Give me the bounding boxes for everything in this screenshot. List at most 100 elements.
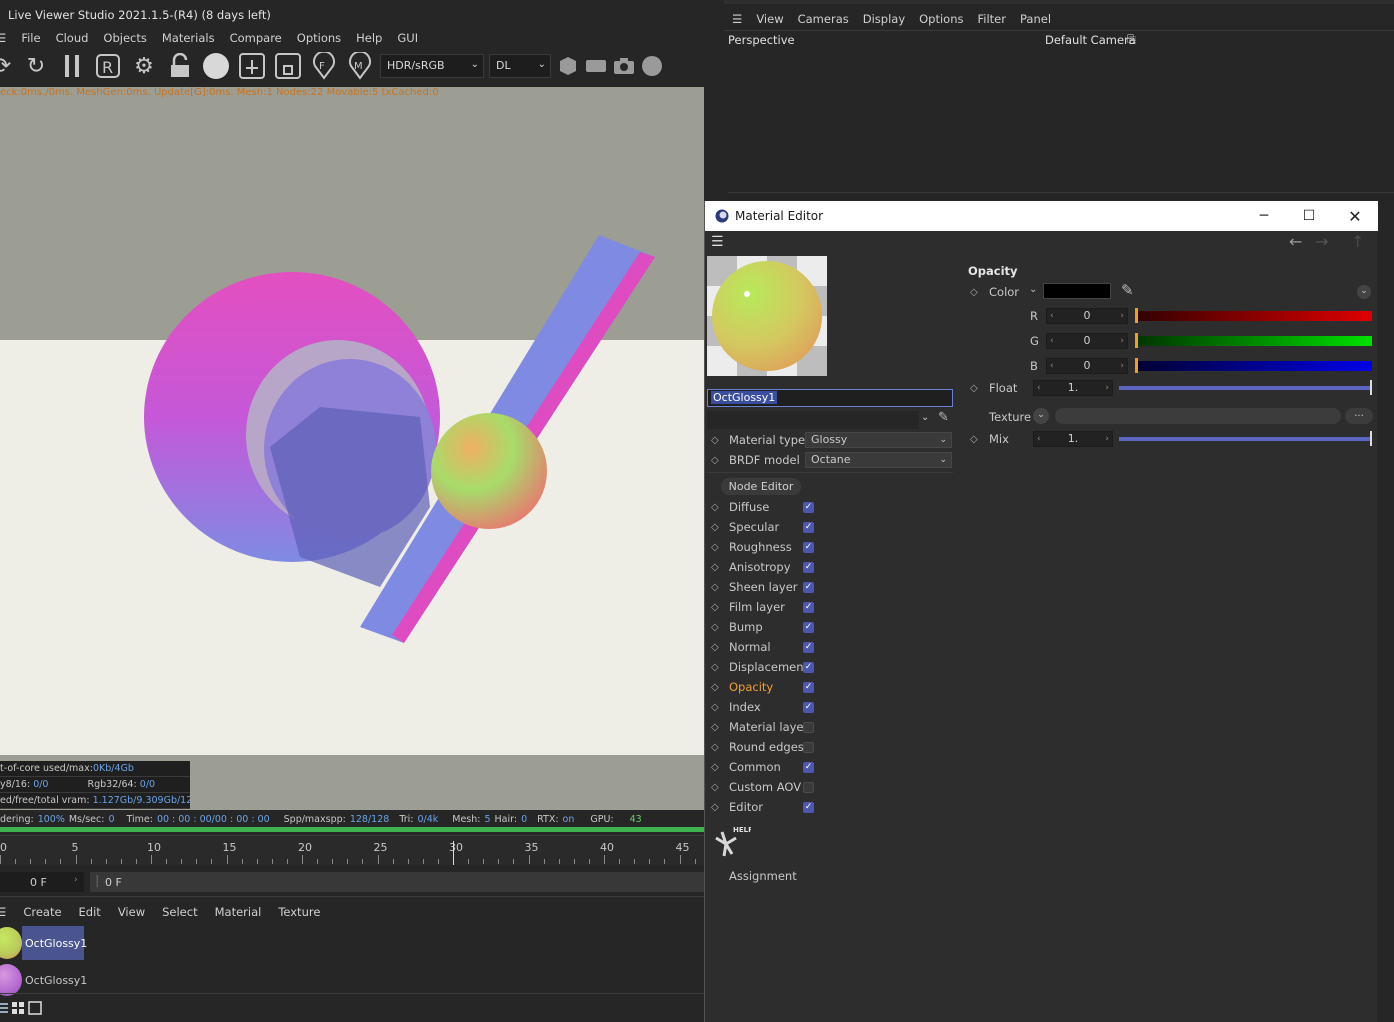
- sphere-icon[interactable]: [638, 52, 666, 80]
- mm-menu-create[interactable]: Create: [23, 905, 61, 919]
- blue-slider-handle[interactable]: [1135, 358, 1138, 373]
- float-slider-handle[interactable]: [1370, 380, 1372, 395]
- list-view-icon[interactable]: [0, 1001, 8, 1015]
- render-view[interactable]: [0, 87, 704, 810]
- frame-range-slider[interactable]: ⏐ 0 F: [90, 872, 704, 892]
- mix-slider[interactable]: [1119, 437, 1372, 441]
- channel-editor-checkbox[interactable]: ✓: [803, 802, 814, 813]
- green-value-field[interactable]: ‹ 0 ›: [1046, 333, 1128, 349]
- keyframe-diamond-icon[interactable]: ◇: [711, 562, 719, 573]
- material-type-select[interactable]: Glossy ⌄: [805, 432, 952, 448]
- channel-bump-checkbox[interactable]: ✓: [803, 622, 814, 633]
- vp-menu-panel[interactable]: Panel: [1020, 12, 1051, 26]
- vp-menu-cameras[interactable]: Cameras: [798, 12, 849, 26]
- back-arrow-icon[interactable]: ←: [1289, 232, 1302, 251]
- channel-roughness-checkbox[interactable]: ✓: [803, 542, 814, 553]
- keyframe-diamond-icon[interactable]: ◇: [711, 522, 719, 533]
- red-slider-handle[interactable]: [1135, 308, 1138, 323]
- vp-menu-filter[interactable]: Filter: [978, 12, 1006, 26]
- menu-file[interactable]: File: [21, 31, 40, 45]
- menu-help[interactable]: Help: [356, 31, 382, 45]
- menu-icon[interactable]: ☰: [0, 31, 6, 45]
- chevron-down-icon[interactable]: ⌄: [1029, 284, 1037, 295]
- brdf-model-select[interactable]: Octane ⌄: [805, 452, 952, 468]
- settings-gear-icon[interactable]: ⚙: [130, 52, 158, 80]
- keyframe-diamond-icon[interactable]: ◇: [970, 383, 978, 394]
- grid-view-icon[interactable]: [11, 1001, 25, 1015]
- channel-film-layer-label[interactable]: Film layer: [729, 600, 785, 614]
- channel-sheen-layer-label[interactable]: Sheen layer: [729, 580, 798, 594]
- keyframe-diamond-icon[interactable]: ◇: [711, 602, 719, 613]
- channel-index-checkbox[interactable]: ✓: [803, 702, 814, 713]
- keyframe-diamond-icon[interactable]: ◇: [711, 682, 719, 693]
- vp-menu-view[interactable]: View: [756, 12, 783, 26]
- lock-icon[interactable]: [166, 52, 194, 80]
- keyframe-diamond-icon[interactable]: ◇: [711, 702, 719, 713]
- eyedropper-icon[interactable]: ✎: [1121, 281, 1134, 299]
- channel-custom-aov-checkbox[interactable]: [803, 782, 814, 793]
- material-name-field[interactable]: OctGlossy1: [707, 389, 953, 407]
- keyframe-diamond-icon[interactable]: ◇: [711, 542, 719, 553]
- channel-normal-label[interactable]: Normal: [729, 640, 771, 654]
- channel-index-label[interactable]: Index: [729, 700, 761, 714]
- mm-menu-material[interactable]: Material: [215, 905, 262, 919]
- channel-specular-label[interactable]: Specular: [729, 520, 779, 534]
- menu-gui[interactable]: GUI: [397, 31, 418, 45]
- texture-slot[interactable]: [1055, 408, 1341, 424]
- camera-icon[interactable]: [610, 52, 638, 80]
- menu-compare[interactable]: Compare: [230, 31, 282, 45]
- viewport-camera-name[interactable]: Default Camera: [1045, 33, 1136, 47]
- keyframe-diamond-icon[interactable]: ◇: [711, 435, 719, 446]
- minimize-icon[interactable]: ─: [1249, 205, 1279, 227]
- expand-chevron-icon[interactable]: ⌄: [1357, 285, 1371, 299]
- material-editor-titlebar[interactable]: Material Editor ─ ☐ ✕: [705, 201, 1378, 231]
- material-item[interactable]: OctGlossy1: [0, 963, 704, 997]
- color-space-select[interactable]: HDR/sRGB ⌄: [380, 54, 484, 78]
- menu-options[interactable]: Options: [297, 31, 341, 45]
- color-swatch[interactable]: [1043, 283, 1111, 299]
- float-slider[interactable]: [1119, 386, 1372, 390]
- blue-slider[interactable]: [1135, 361, 1372, 371]
- mm-menu-view[interactable]: View: [118, 905, 145, 919]
- keyframe-diamond-icon[interactable]: ◇: [711, 642, 719, 653]
- channel-sheen-layer-checkbox[interactable]: ✓: [803, 582, 814, 593]
- menu-objects[interactable]: Objects: [103, 31, 146, 45]
- channel-anisotropy-checkbox[interactable]: ✓: [803, 562, 814, 573]
- menu-icon[interactable]: ☰: [0, 905, 6, 919]
- channel-normal-checkbox[interactable]: ✓: [803, 642, 814, 653]
- channel-specular-checkbox[interactable]: ✓: [803, 522, 814, 533]
- channel-bump-label[interactable]: Bump: [729, 620, 763, 634]
- channel-custom-aov-label[interactable]: Custom AOV: [729, 780, 801, 794]
- maximize-icon[interactable]: ☐: [1294, 205, 1324, 227]
- channel-displacement-label[interactable]: Displacement: [729, 660, 808, 674]
- mm-menu-edit[interactable]: Edit: [79, 905, 101, 919]
- texture-dropdown-icon[interactable]: ⌄: [1033, 408, 1049, 424]
- keyframe-diamond-icon[interactable]: ◇: [711, 502, 719, 513]
- focus-pick-icon[interactable]: F: [310, 52, 338, 80]
- blue-value-field[interactable]: ‹ 0 ›: [1046, 358, 1128, 374]
- large-view-icon[interactable]: [28, 1001, 42, 1015]
- channel-editor-label[interactable]: Editor: [729, 800, 763, 814]
- material-pick-icon[interactable]: M: [346, 52, 374, 80]
- keyframe-diamond-icon[interactable]: ◇: [711, 722, 719, 733]
- sync-icon[interactable]: ↻: [22, 52, 50, 80]
- keyframe-diamond-icon[interactable]: ◇: [711, 782, 719, 793]
- green-slider[interactable]: [1135, 336, 1372, 346]
- clay-mode-icon[interactable]: [554, 52, 582, 80]
- channel-diffuse-checkbox[interactable]: ✓: [803, 502, 814, 513]
- red-value-field[interactable]: ‹ 0 ›: [1046, 308, 1128, 324]
- texture-browse-button[interactable]: ...: [1345, 408, 1373, 424]
- material-item[interactable]: OctGlossy1: [0, 926, 704, 960]
- channel-material-layer-checkbox[interactable]: [803, 722, 814, 733]
- keyframe-diamond-icon[interactable]: ◇: [711, 582, 719, 593]
- region-render-icon[interactable]: R: [94, 52, 122, 80]
- help-octane-icon[interactable]: HELP: [711, 825, 751, 859]
- current-frame-field[interactable]: 0 F ›: [0, 872, 84, 892]
- crop-icon[interactable]: [274, 52, 302, 80]
- channel-round-edges-label[interactable]: Round edges: [729, 740, 804, 754]
- keyframe-diamond-icon[interactable]: ◇: [711, 622, 719, 633]
- kernel-select[interactable]: DL ⌄: [489, 54, 551, 78]
- vp-menu-options[interactable]: Options: [919, 12, 963, 26]
- assignment-tab[interactable]: Assignment: [729, 869, 797, 883]
- mm-menu-texture[interactable]: Texture: [278, 905, 320, 919]
